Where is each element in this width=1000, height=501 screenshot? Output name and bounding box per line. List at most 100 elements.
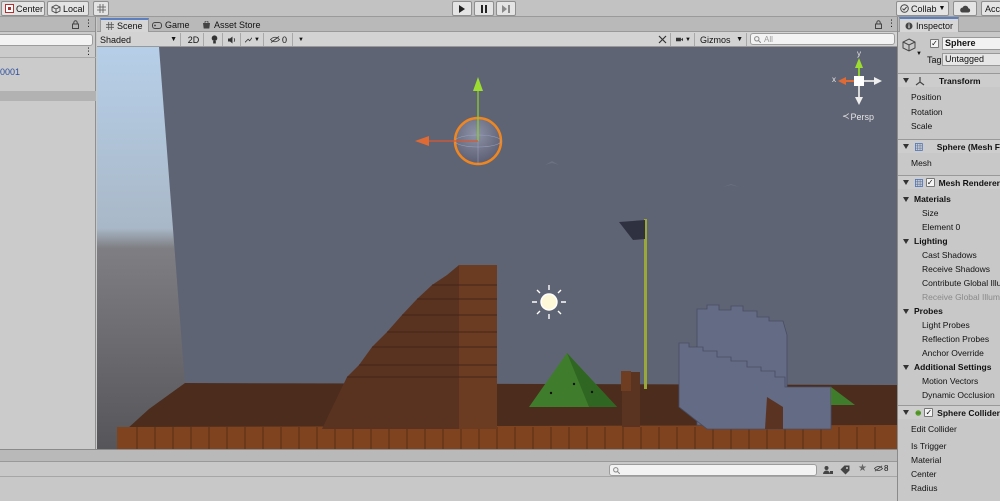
hierarchy-selected-row[interactable] <box>0 91 96 101</box>
receive-shadows-label: Receive Shadows <box>922 264 991 274</box>
cloud-button[interactable] <box>953 1 977 16</box>
account-label: Acc <box>985 3 1000 14</box>
pivot-icon <box>5 4 14 13</box>
play-button[interactable] <box>452 1 472 16</box>
hierarchy-search-input[interactable] <box>0 34 93 46</box>
mesh-filter-title: Sphere (Mesh F <box>936 141 1000 152</box>
filter-by-type-icon[interactable] <box>823 465 833 475</box>
filter-by-label-icon[interactable] <box>840 465 850 475</box>
object-active-checkbox[interactable]: ✓ <box>930 39 939 48</box>
toggle-2d-button[interactable]: 2D <box>184 33 204 46</box>
effects-dropdown[interactable]: ▼ <box>242 33 264 46</box>
tag-dropdown[interactable]: Untagged <box>942 53 1000 66</box>
hierarchy-item[interactable]: 0001 <box>0 67 20 77</box>
chevron-down-icon[interactable]: ▼ <box>916 51 922 57</box>
tab-inspector[interactable]: Inspector <box>899 17 960 32</box>
object-name-field[interactable]: Sphere <box>942 37 1000 50</box>
gizmo-grid-dropdown[interactable]: ▼ <box>294 33 308 46</box>
sphere-collider-title: Sphere Collider <box>937 407 1000 418</box>
hierarchy-panel: ⋮ ⋮ 0001 <box>0 17 96 449</box>
foldout-triangle-icon <box>903 144 909 149</box>
scene-viewport[interactable]: x y ≺ Persp <box>97 47 897 449</box>
tag-label: Tag <box>927 55 942 65</box>
foldout-triangle-icon <box>903 78 909 83</box>
chevron-down-icon: ▼ <box>685 36 691 43</box>
gizmos-label: Gizmos <box>700 34 731 45</box>
foldout-triangle-icon <box>903 238 909 244</box>
pivot-label: Center <box>16 3 44 14</box>
mesh-renderer-title: Mesh Renderer <box>938 177 1000 188</box>
project-search-input[interactable] <box>609 464 817 476</box>
materials-foldout[interactable]: Materials <box>898 192 1000 206</box>
motion-vectors-label: Motion Vectors <box>922 376 979 386</box>
account-dropdown[interactable]: Acc <box>981 1 1000 16</box>
element-0-label: Element 0 <box>922 222 961 232</box>
tab-scene-label: Scene <box>117 21 143 31</box>
material-label: Material <box>911 455 942 465</box>
tab-game-label: Game <box>165 20 190 30</box>
lock-icon[interactable] <box>875 20 882 29</box>
contribute-gi-label: Contribute Global Illu <box>922 278 1000 288</box>
gizmos-dropdown[interactable]: Gizmos ▼ <box>697 33 747 46</box>
step-button[interactable] <box>496 1 516 16</box>
sphere-collider-enabled-checkbox[interactable]: ✓ <box>924 408 934 417</box>
foldout-triangle-icon <box>903 180 909 185</box>
lighting-toggle-button[interactable] <box>206 33 223 46</box>
audio-toggle-button[interactable] <box>224 33 241 46</box>
divider <box>0 57 96 58</box>
favorite-star-icon[interactable]: ★ <box>858 463 867 474</box>
camera-settings-dropdown[interactable]: ▼ <box>673 33 695 46</box>
search-icon <box>754 35 761 43</box>
sphere-collider-header[interactable]: ✓ Sphere Collider <box>898 405 1000 419</box>
pause-button[interactable] <box>474 1 494 16</box>
dynamic-occlusion-label: Dynamic Occlusion <box>922 390 995 400</box>
transform-header[interactable]: Transform <box>898 73 1000 87</box>
tab-scene[interactable]: Scene <box>100 18 149 32</box>
radius-label: Radius <box>911 483 938 493</box>
chevron-down-icon: ▼ <box>170 36 177 43</box>
wrench-icon <box>658 35 667 44</box>
scene-search-input[interactable]: All <box>750 33 895 45</box>
inspector-panel: Inspector ▼ ✓ Sphere Tag Untagged Transf… <box>897 17 1000 501</box>
mesh-filter-header[interactable]: Sphere (Mesh F <box>898 139 1000 153</box>
cube-icon <box>51 3 61 14</box>
gameobject-cube-icon[interactable] <box>902 38 916 52</box>
mesh-grid-icon <box>915 142 923 151</box>
collider-icon <box>915 409 922 416</box>
size-label: Size <box>922 208 939 218</box>
materials-label: Materials <box>914 194 951 204</box>
hierarchy-menu-icon[interactable]: ⋮ <box>84 46 93 57</box>
effects-icon <box>245 36 253 43</box>
space-label: Local <box>63 3 85 14</box>
scene-visibility-toggle[interactable]: 0 <box>265 33 293 46</box>
scene-tabstrip: Scene Game Asset Store ⋮ <box>97 17 897 32</box>
lock-icon[interactable] <box>72 20 79 29</box>
axis-x-label: x <box>832 75 836 84</box>
mesh-renderer-enabled-checkbox[interactable]: ✓ <box>925 178 935 187</box>
projection-toggle[interactable]: ≺ Persp <box>842 111 874 122</box>
collab-dropdown[interactable]: Collab ▼ <box>896 1 949 16</box>
space-toggle-button[interactable]: Local <box>47 1 89 16</box>
additional-settings-label: Additional Settings <box>914 362 992 372</box>
tab-game[interactable]: Game <box>147 18 195 32</box>
additional-settings-foldout[interactable]: Additional Settings <box>898 360 1000 374</box>
lighting-foldout[interactable]: Lighting <box>898 234 1000 248</box>
hidden-packages-toggle[interactable]: 8 <box>874 464 888 473</box>
panel-menu-icon[interactable]: ⋮ <box>887 18 896 29</box>
main-toolbar: Center Local Collab ▼ Acc <box>0 0 1000 17</box>
scale-label: Scale <box>911 121 933 131</box>
edit-collider-label[interactable]: Edit Collider <box>898 422 1000 436</box>
tools-button[interactable] <box>655 33 671 46</box>
panel-menu-icon[interactable]: ⋮ <box>84 18 93 29</box>
camera-icon <box>676 37 684 42</box>
hidden-eye-icon <box>874 465 883 472</box>
axis-y-label: y <box>857 49 861 58</box>
gamepad-icon <box>152 21 162 29</box>
shading-mode-dropdown[interactable]: Shaded ▼ <box>97 33 181 46</box>
tab-asset-store[interactable]: Asset Store <box>197 18 266 32</box>
cloud-icon <box>960 5 971 12</box>
mesh-renderer-header[interactable]: ✓ Mesh Renderer <box>898 175 1000 189</box>
pivot-toggle-button[interactable]: Center <box>1 1 45 16</box>
snap-grid-button[interactable] <box>93 1 109 16</box>
probes-foldout[interactable]: Probes <box>898 304 1000 318</box>
